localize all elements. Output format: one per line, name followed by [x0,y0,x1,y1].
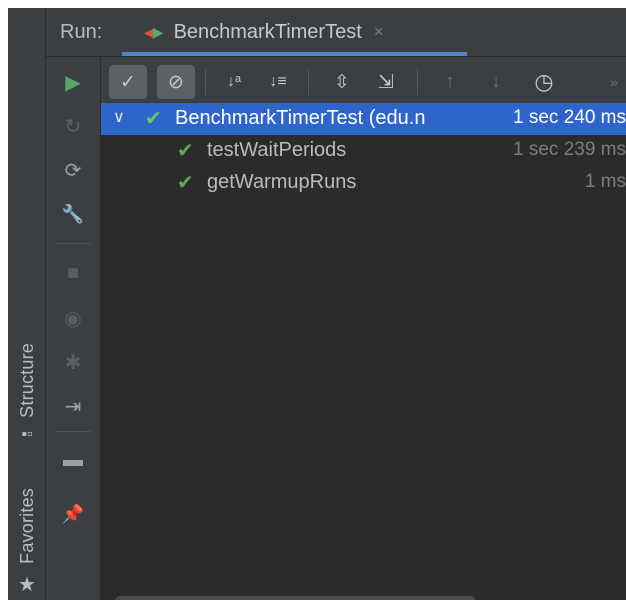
more-actions-button[interactable]: » [595,65,626,99]
structure-tool-tab[interactable]: Structure ▪▫ [10,343,44,444]
show-ignored-toggle[interactable]: ⊘ [157,65,195,99]
tree-row-test[interactable]: ✔ testWaitPeriods 1 sec 239 ms [101,135,626,167]
camera-icon: ◉ [64,307,82,330]
pin-button[interactable]: 📌 [46,497,100,531]
ignored-icon: ⊘ [168,71,184,93]
layout-icon: ▬ [63,448,83,471]
run-icon: ▶ [65,71,81,94]
history-icon: ◷ [534,69,554,94]
tree-row-test[interactable]: ✔ getWarmupRuns 1 ms [101,167,626,199]
rerun-failed-button[interactable]: ↻ [46,109,100,143]
wrench-icon: 🔧 [61,203,85,224]
toggle-auto-test-button[interactable]: ⟳ [46,153,100,187]
chevron-down-icon[interactable]: ∨ [113,107,125,127]
test-suite-name: BenchmarkTimerTest (edu.n [175,107,426,129]
tab-benchmark-timer-test[interactable]: ◀▶ BenchmarkTimerTest × [122,8,467,56]
pin-icon: 📌 [61,503,85,524]
rerun-failed-icon: ↻ [64,115,82,138]
rerun-button[interactable]: ▶ [46,65,100,99]
stop-button[interactable]: ■ [46,256,100,290]
check-icon: ✓ [120,71,136,93]
structure-tab-label: Structure [16,343,37,418]
run-tool-window: Structure ▪▫ Favorites ★ Run: ◀▶ Benchma… [8,8,626,600]
favorites-tab-label: Favorites [16,488,37,564]
auto-test-icon: ⟳ [64,159,82,182]
test-duration: 1 sec 240 ms [509,107,626,129]
horizontal-scrollbar[interactable] [115,596,475,600]
run-header: Run: ◀▶ BenchmarkTimerTest × [46,8,626,57]
import-icon: ⇥ [64,395,82,418]
check-icon: ✔ [177,172,194,194]
test-name: testWaitPeriods [207,139,347,161]
test-results-tree: ∨ ✔ BenchmarkTimerTest (edu.n 1 sec 240 … [101,103,626,600]
more-icon: » [610,74,618,90]
expand-all-button[interactable]: ⇳ [323,65,361,99]
separator [205,69,206,95]
expand-all-icon: ⇳ [334,71,350,93]
collapse-all-icon: ⇲ [378,71,394,93]
sort-alphabetically-button[interactable]: ↓ᵃ [215,65,253,99]
sort-by-duration-button[interactable]: ↓≡ [259,65,297,99]
test-name: getWarmupRuns [207,171,357,193]
test-config-icon: ◀▶ [144,23,164,40]
arrow-down-icon: ↓ [491,71,501,92]
structure-icon: ▪▫ [21,425,33,443]
previous-failed-button[interactable]: ↑ [431,65,469,99]
layout-button[interactable]: ▬ [46,443,100,477]
test-duration: 1 sec 239 ms [509,139,626,161]
check-icon: ✔ [177,140,194,162]
tree-row-root[interactable]: ∨ ✔ BenchmarkTimerTest (edu.n 1 sec 240 … [101,103,626,135]
sort-duration-icon: ↓≡ [269,73,287,90]
tab-title: BenchmarkTimerTest [173,20,362,43]
separator [56,431,90,432]
snapshot-button[interactable]: ◉ [46,301,100,335]
active-tab-indicator [122,52,467,56]
test-history-button[interactable]: ◷ [525,65,563,99]
stop-icon: ■ [66,261,80,284]
close-icon[interactable]: × [374,22,384,42]
test-duration: 1 ms [580,171,626,193]
settings-button[interactable]: 🔧 [46,197,100,231]
import-tests-button[interactable]: ⇥ [46,389,100,423]
arrow-up-icon: ↑ [445,71,455,92]
run-label: Run: [60,21,103,43]
run-actions-column: ▶ ↻ ⟳ 🔧 ■ ◉ ✱ ⇥ ▬ 📌 [46,57,101,600]
favorites-tool-tab[interactable]: Favorites ★ [10,488,44,597]
collapse-all-button[interactable]: ⇲ [367,65,405,99]
check-icon: ✔ [145,108,162,130]
show-passed-toggle[interactable]: ✓ [109,65,147,99]
bug-icon: ✱ [64,351,82,374]
test-toolbar: ✓ ⊘ ↓ᵃ ↓≡ ⇳ ⇲ ↑ ↓ ◷ » [101,57,626,103]
separator [56,243,90,244]
sort-alpha-icon: ↓ᵃ [227,73,241,90]
separator [308,69,309,95]
star-icon: ★ [18,573,36,596]
separator [417,69,418,95]
left-tool-strip: Structure ▪▫ Favorites ★ [8,8,46,600]
debug-button[interactable]: ✱ [46,345,100,379]
next-failed-button[interactable]: ↓ [477,65,515,99]
